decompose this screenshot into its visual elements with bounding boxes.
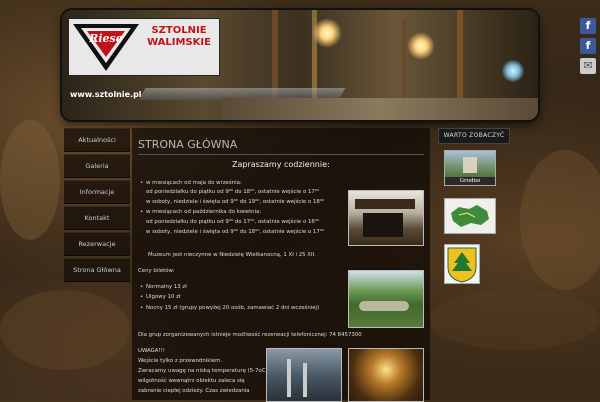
group-reservation: Dla grup zorganizowanych istnieje możliw…: [138, 332, 362, 338]
site-url[interactable]: www.sztolnie.pl: [70, 90, 142, 99]
rock-texture: [0, 120, 60, 240]
facebook-icon[interactable]: f: [580, 38, 596, 54]
thumb-castle[interactable]: Grodno: [444, 150, 496, 186]
warning-line: wilgotność wewnątrz obiektu zaleca się: [138, 378, 245, 384]
castle-shape: [463, 157, 477, 173]
thumb-map[interactable]: [444, 198, 496, 234]
lamp-light: [502, 60, 524, 82]
social-links: f f ✉: [580, 18, 596, 78]
logo-title: SZTOLNIE WALIMSKIE: [141, 25, 217, 49]
closed-notice: Muzeum jest nieczynne w Niedzielę Wielka…: [148, 252, 316, 258]
warning-title: UWAGA!!!: [138, 348, 165, 354]
logo-triangle-icon: Riese: [73, 24, 139, 71]
schedule-line: w miesiącach od maja do września:: [140, 180, 242, 187]
warning-line: zabranie ciepłej odzieży. Czas zwiedzani…: [138, 388, 250, 394]
lamp-light: [407, 32, 435, 60]
logo-line1: SZTOLNIE: [151, 25, 207, 36]
logo-line2: WALIMSKIE: [147, 37, 211, 48]
entrance-door: [363, 213, 403, 237]
photo-tunnel-exhibit[interactable]: [266, 348, 342, 402]
rock-texture: [520, 150, 600, 290]
rock-texture: [0, 290, 130, 370]
lamp-light: [312, 18, 342, 48]
nav-item-informacje[interactable]: Informacje: [64, 180, 130, 204]
nav-item-kontakt[interactable]: Kontakt: [64, 206, 130, 230]
tunnel-floor: [222, 98, 538, 120]
price-item: Normalny 13 zł: [140, 284, 187, 291]
landscape-road: [359, 301, 409, 311]
rock-texture: [430, 290, 600, 350]
sidebar-title: WARTO ZOBACZYĆ: [438, 128, 510, 144]
entrance-sign: [355, 199, 415, 209]
photo-landscape[interactable]: [348, 270, 424, 328]
right-sidebar: WARTO ZOBACZYĆ: [438, 128, 510, 144]
coat-of-arms-icon: [447, 247, 477, 283]
photo-museum-entrance[interactable]: [348, 190, 424, 246]
warning-line: Wejście tylko z przewodnikiem.: [138, 358, 223, 364]
logo[interactable]: Riese SZTOLNIE WALIMSKIE: [68, 18, 220, 76]
price-item: Nocny 15 zł (grupy powyżej 20 osób, zama…: [140, 305, 319, 312]
invite-heading: Zapraszamy codziennie:: [232, 160, 330, 169]
logo-brand: Riese: [88, 32, 123, 45]
warning-line: Zwracamy uwagę na niską temperaturę (5-7…: [138, 368, 286, 374]
facebook-icon[interactable]: f: [580, 18, 596, 34]
photo-tunnel-lit[interactable]: [348, 348, 424, 402]
nav-item-strona-glowna[interactable]: Strona Główna: [64, 258, 130, 282]
main-content: STRONA GŁÓWNA Zapraszamy codziennie: w m…: [132, 128, 430, 402]
title-divider: [138, 154, 424, 155]
schedule-line: w soboty, niedziele i święta od 9⁰⁰ do 1…: [146, 199, 325, 205]
map-icon: [451, 205, 489, 227]
price-item: Ulgowy 10 zł: [140, 294, 180, 301]
page-title: STRONA GŁÓWNA: [138, 138, 238, 151]
schedule-line: w miesiącach od października do kwietnia…: [140, 209, 261, 216]
nav-item-rezerwacje[interactable]: Rezerwacje: [64, 232, 130, 256]
thumb-coat-of-arms[interactable]: [444, 244, 480, 284]
header-banner: Riese SZTOLNIE WALIMSKIE www.sztolnie.pl: [62, 10, 538, 120]
prices-label: Ceny biletów:: [138, 268, 175, 274]
left-nav: Aktualności Galeria Informacje Kontakt R…: [64, 128, 130, 284]
schedule-line: w soboty, niedziele i święta od 9⁰⁰ do 1…: [146, 229, 325, 235]
email-icon[interactable]: ✉: [580, 58, 596, 74]
schedule-line: od poniedziałku do piątku od 9⁰⁰ do 17⁰⁰…: [146, 219, 320, 225]
thumb-caption: Grodno: [445, 177, 495, 185]
exhibit-pillar: [303, 363, 307, 397]
schedule-line: od poniedziałku do piątku od 9⁰⁰ do 18⁰⁰…: [146, 189, 320, 195]
nav-item-aktualnosci[interactable]: Aktualności: [64, 128, 130, 152]
nav-item-galeria[interactable]: Galeria: [64, 154, 130, 178]
exhibit-pillar: [287, 359, 291, 397]
